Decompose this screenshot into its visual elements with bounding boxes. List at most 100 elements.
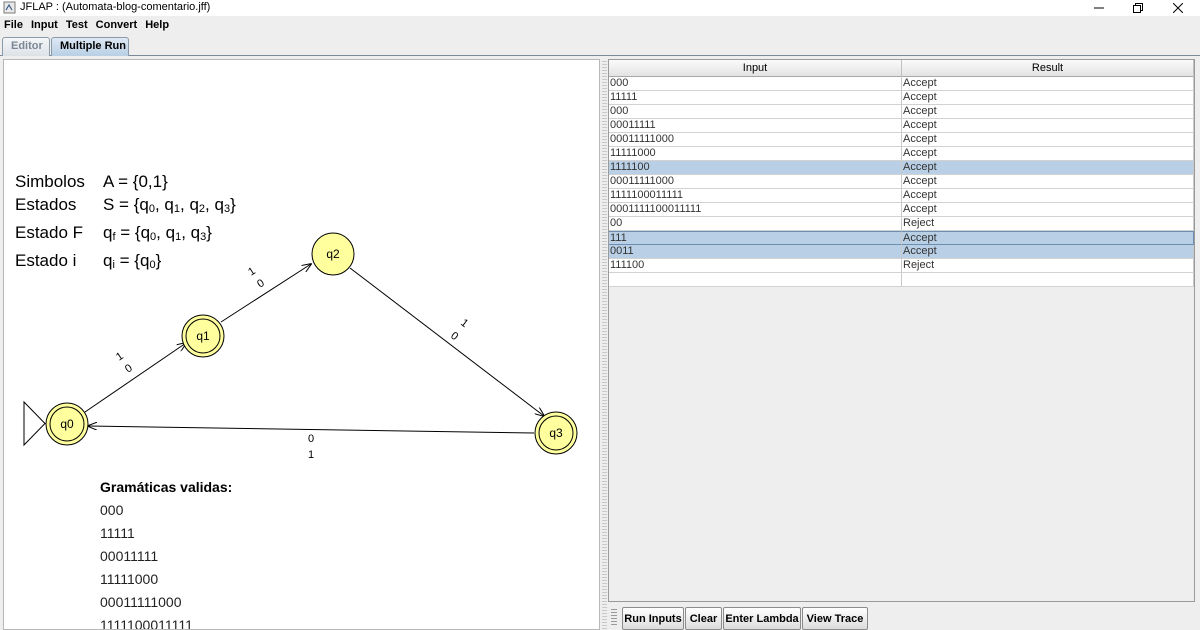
menu-help[interactable]: Help [145,19,169,31]
table-row[interactable]: 0011 Accept [609,245,1194,259]
legend-row-initial-state: Estado i qi = {q0} [15,249,236,277]
input-cell[interactable]: 0011 [609,245,902,259]
transition-q1-q2-label-0: 0 [255,277,267,290]
list-item: 11111 [100,525,135,541]
transition-q2-q3-label-0: 0 [448,330,460,343]
restore-icon [1133,3,1143,13]
input-cell[interactable]: 111 [609,231,902,245]
legend-label: Estado F [15,223,84,242]
menu-file[interactable]: File [4,19,23,31]
input-cell[interactable]: 11111 [609,91,902,105]
window-title-bar: JFLAP : (Automata-blog-comentario.jff) [0,0,1200,16]
result-cell: Accept [902,133,1194,147]
table-row[interactable] [609,273,1194,287]
toolbar: Run Inputs Clear Enter Lambda View Trace [608,603,1195,630]
input-cell[interactable]: 00011111000 [609,175,902,189]
result-cell: Accept [902,245,1194,259]
transition-q0-q1-label-1: 1 [114,350,126,363]
list-item: 11111000 [100,571,159,587]
input-cell[interactable]: 11111000 [609,147,902,161]
input-cell[interactable]: 0001111100011111 [609,203,902,217]
transition-q0-q1-label-0: 0 [123,362,135,375]
legend-row-states: Estados S = {q0, q1, q2, q3} [15,193,236,221]
legend-value: qi = {q0} [103,251,162,271]
table-row[interactable]: 11111 Accept [609,91,1194,105]
view-trace-button[interactable]: View Trace [802,607,868,630]
column-header-result[interactable]: Result [902,60,1194,77]
jflap-app-icon [3,1,16,14]
menu-test[interactable]: Test [66,19,88,31]
result-cell: Accept [902,175,1194,189]
input-cell[interactable] [609,273,902,287]
input-cell[interactable]: 1111100011111 [609,189,902,203]
table-row[interactable]: 00011111000 Accept [609,133,1194,147]
run-inputs-button[interactable]: Run Inputs [622,607,684,630]
result-cell: Accept [902,203,1194,217]
menu-input[interactable]: Input [31,19,58,31]
legend-value: A = {0,1} [103,172,168,191]
input-cell[interactable]: 1111100 [609,161,902,175]
legend-row-symbols: Simbolos A = {0,1} [15,170,236,193]
result-cell: Accept [902,119,1194,133]
transition-q2-q3[interactable] [349,267,544,416]
list-item: 1111100011111 [100,617,193,630]
menu-convert[interactable]: Convert [96,19,138,31]
tab-multiple-run[interactable]: Multiple Run [51,37,129,56]
table-body: 000 Accept 11111 Accept 000 Accept 00011111 Acc… [609,77,1194,287]
result-cell: Accept [902,147,1194,161]
table-row[interactable]: 00011111000 Accept [609,175,1194,189]
result-cell: Accept [902,105,1194,119]
input-cell[interactable]: 000 [609,105,902,119]
enter-lambda-button[interactable]: Enter Lambda [723,607,801,630]
table-row[interactable]: 111 Accept [609,231,1194,245]
table-row[interactable]: 111100 Reject [609,259,1194,273]
clear-button[interactable]: Clear [685,607,722,630]
transition-q3-q0[interactable] [88,426,535,434]
legend-row-final-states: Estado F qf = {q0, q1, q3} [15,221,236,249]
result-cell [902,273,1194,287]
result-cell: Accept [902,189,1194,203]
result-cell: Reject [902,217,1194,231]
split-pane-divider[interactable] [602,59,607,630]
input-cell[interactable]: 00011111000 [609,133,902,147]
table-row[interactable]: 1111100 Accept [609,161,1194,175]
input-cell[interactable]: 00011111 [609,119,902,133]
automaton-canvas[interactable]: 1 0 1 0 1 0 0 1 q0 q1 q2 q3 Simbolos A =… [3,59,600,630]
table-row[interactable]: 11111000 Accept [609,147,1194,161]
table-row[interactable]: 0001111100011111 Accept [609,203,1194,217]
table-row[interactable]: 00011111 Accept [609,119,1194,133]
input-cell[interactable]: 111100 [609,259,902,273]
valid-grammars-title: Gramáticas validas: [100,479,233,495]
transition-q0-q1[interactable] [84,343,186,413]
input-cell[interactable]: 00 [609,217,902,231]
valid-grammars-list: 000 11111 00011111 11111000 00011111000 … [100,502,193,630]
result-cell: Accept [902,91,1194,105]
list-item: 00011111 [100,548,159,564]
result-cell: Accept [902,77,1194,91]
state-q3[interactable]: q3 [534,411,578,455]
initial-state-arrow-icon [23,400,46,447]
tab-editor[interactable]: Editor [2,37,50,56]
state-q1[interactable]: q1 [181,314,225,358]
legend-label: Estados [15,195,77,214]
transition-q2-q3-label-1: 1 [458,317,470,330]
table-row[interactable]: 1111100011111 Accept [609,189,1194,203]
state-q0[interactable]: q0 [45,402,89,446]
input-cell[interactable]: 000 [609,77,902,91]
state-q1-label: q1 [196,329,210,343]
legend-value: S = {q0, q1, q2, q3} [103,195,236,215]
transition-q3-q0-label-0: 0 [308,433,314,445]
automaton-legend: Simbolos A = {0,1} Estados S = {q0, q1, … [15,170,236,277]
legend-label: Estado i [15,251,77,270]
state-q2[interactable]: q2 [311,232,355,276]
state-q0-label: q0 [60,417,74,431]
toolbar-grip-icon[interactable] [611,607,617,627]
legend-label: Simbolos [15,172,85,191]
table-row[interactable]: 000 Accept [609,77,1194,91]
state-q3-label: q3 [549,426,563,440]
close-button[interactable] [1155,0,1200,16]
table-row[interactable]: 00 Reject [609,217,1194,231]
table-row[interactable]: 000 Accept [609,105,1194,119]
column-header-input[interactable]: Input [609,60,902,77]
close-icon [1173,3,1183,13]
